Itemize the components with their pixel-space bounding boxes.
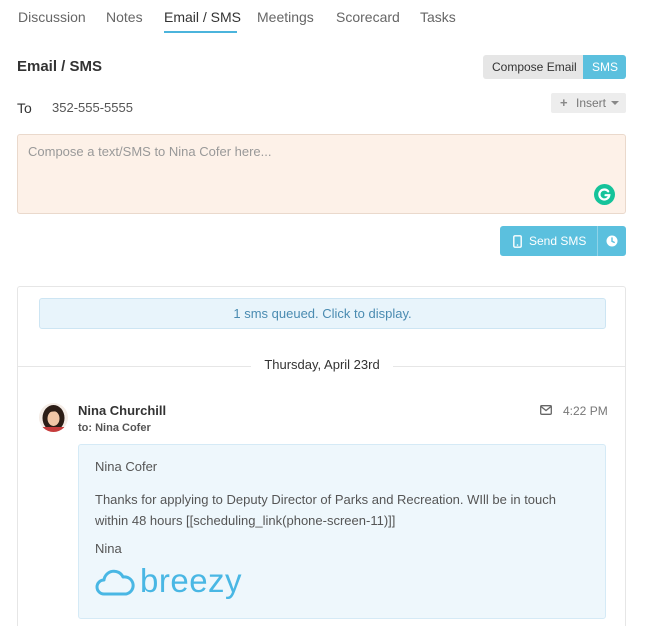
tab-email-sms[interactable]: Email / SMS [164, 9, 241, 25]
plus-icon: + [560, 95, 568, 110]
tab-tasks[interactable]: Tasks [420, 9, 456, 25]
mobile-phone-icon [513, 235, 522, 248]
compose-email-button[interactable]: Compose Email [483, 55, 583, 79]
to-label: To [17, 100, 32, 116]
active-tab-indicator [164, 31, 237, 33]
insert-dropdown-button[interactable]: + Insert [551, 93, 626, 113]
grammarly-icon[interactable] [594, 184, 615, 205]
chevron-down-icon [611, 101, 619, 105]
send-sms-group: Send SMS [500, 226, 626, 256]
tab-bar: Discussion Notes Email / SMS Meetings Sc… [0, 0, 645, 36]
message-body: Nina Cofer Thanks for applying to Deputy… [78, 444, 606, 619]
send-sms-label: Send SMS [529, 234, 587, 248]
tab-notes[interactable]: Notes [106, 9, 143, 25]
message-thread: 1 sms queued. Click to display. Thursday… [17, 286, 626, 626]
insert-label: Insert [576, 96, 607, 110]
send-sms-button[interactable]: Send SMS [500, 226, 597, 256]
compose-placeholder: Compose a text/SMS to Nina Cofer here... [28, 144, 272, 159]
tab-scorecard[interactable]: Scorecard [336, 9, 400, 25]
compose-mode-toggle: Compose Email SMS [483, 55, 626, 79]
clock-icon [606, 235, 618, 247]
message-sender: Nina Churchill [78, 403, 167, 418]
avatar [39, 403, 68, 432]
breezy-logo-text: breezy [140, 562, 243, 599]
tab-meetings[interactable]: Meetings [257, 9, 314, 25]
message-recipient: to: Nina Cofer [78, 422, 151, 434]
sms-mode-button[interactable]: SMS [583, 55, 626, 79]
queued-sms-banner[interactable]: 1 sms queued. Click to display. [39, 298, 606, 329]
tab-discussion[interactable]: Discussion [18, 9, 86, 25]
message-time: 4:22 PM [563, 404, 608, 418]
message-signature: Nina [95, 541, 122, 556]
message-greeting: Nina Cofer [95, 459, 158, 474]
envelope-icon [540, 405, 552, 415]
thread-date: Thursday, April 23rd [251, 357, 393, 372]
recipient-phone: 352-555-5555 [52, 100, 133, 115]
page-title: Email / SMS [17, 58, 103, 75]
schedule-send-button[interactable] [598, 226, 626, 256]
cloud-icon [95, 569, 135, 596]
sms-compose-field[interactable]: Compose a text/SMS to Nina Cofer here... [17, 134, 626, 214]
message-text: Thanks for applying to Deputy Director o… [95, 492, 556, 528]
